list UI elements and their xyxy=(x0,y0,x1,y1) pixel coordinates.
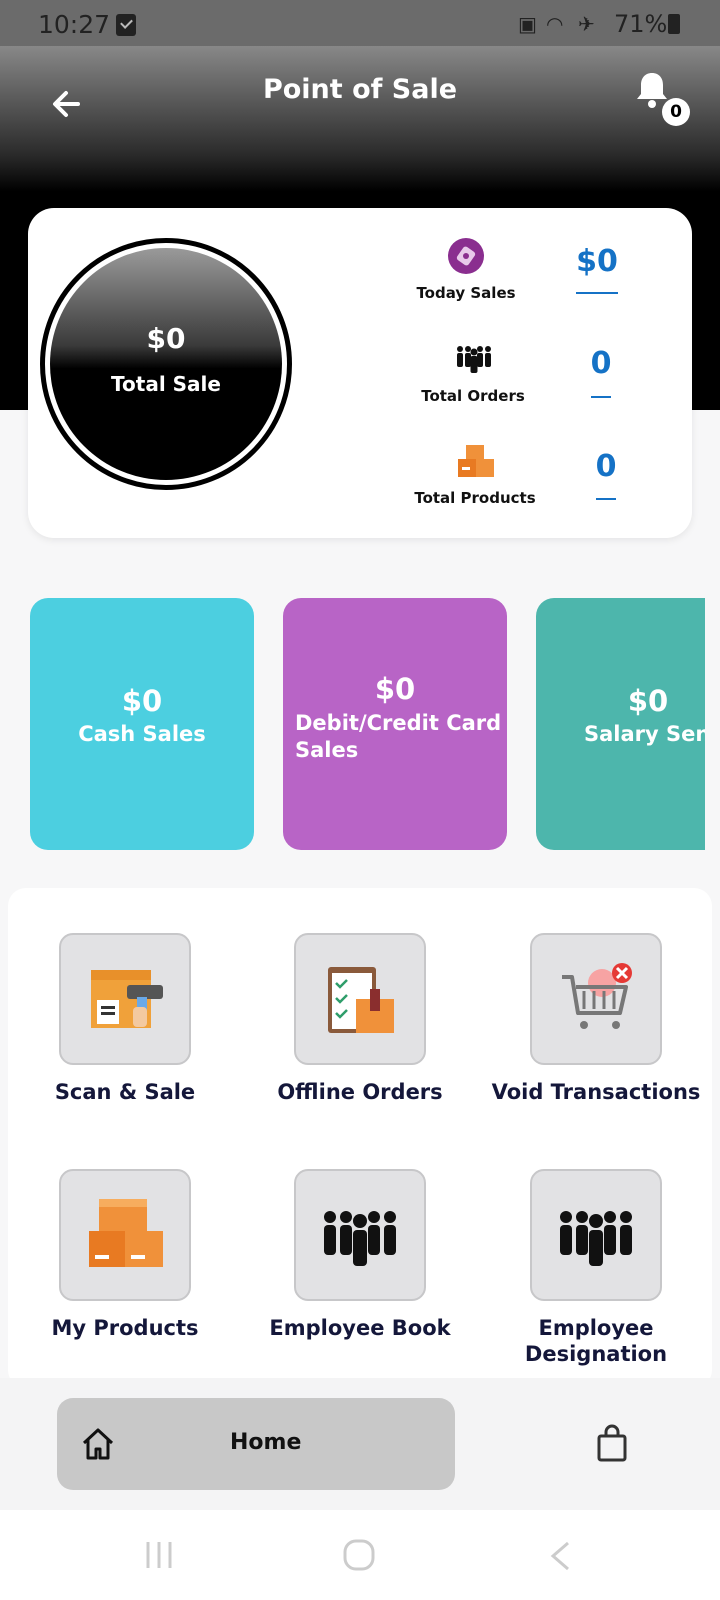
tile-amount: $0 xyxy=(121,684,163,718)
stat-value-total-orders: 0 xyxy=(590,346,612,381)
clipboard-box-icon xyxy=(328,967,394,1033)
tile-cash-sales[interactable]: $0 Cash Sales xyxy=(30,598,254,850)
nav-home-label: Home xyxy=(230,1430,302,1455)
stat-label-total-products: Total Products xyxy=(414,489,536,507)
employee-book-button[interactable] xyxy=(294,1169,426,1301)
offline-orders-button[interactable] xyxy=(294,933,426,1065)
sales-tiles-row: $0 Cash Sales $0 Debit/Credit Card Sales… xyxy=(0,590,705,860)
total-sale-label: Total Sale xyxy=(111,372,221,396)
total-sale-circle xyxy=(50,248,282,480)
page-title: Point of Sale xyxy=(262,74,458,105)
battery-icon xyxy=(668,14,680,34)
grid-label-line: Designation xyxy=(524,1342,668,1366)
stat-underline xyxy=(591,396,611,398)
home-icon xyxy=(80,1426,116,1462)
airplane-icon: ✈ xyxy=(578,12,595,36)
barcode-scanner-icon xyxy=(91,970,163,1028)
battery-saver-icon: ▣ xyxy=(518,12,537,36)
status-notification-icon xyxy=(116,14,136,36)
stat-label-total-orders: Total Orders xyxy=(421,387,525,405)
back-system-icon[interactable] xyxy=(548,1540,572,1572)
tile-label-line: Debit/Credit Card xyxy=(295,711,502,735)
tile-amount: $0 xyxy=(627,684,669,718)
grid-label-line: Employee xyxy=(538,1316,654,1340)
cart-cancel-icon xyxy=(562,963,632,1029)
people-group-icon xyxy=(324,1211,396,1266)
my-products-button[interactable] xyxy=(59,1169,191,1301)
tile-salary-sent[interactable]: $0 Salary Sent xyxy=(536,598,705,850)
people-group-icon xyxy=(454,343,494,375)
stat-label-today-sales: Today Sales xyxy=(416,284,516,302)
tile-label: Salary Sent xyxy=(584,722,705,746)
people-group-icon xyxy=(560,1211,632,1266)
boxes-icon xyxy=(89,1199,163,1267)
void-transactions-button[interactable] xyxy=(530,933,662,1065)
grid-label-employee-book: Employee Book xyxy=(269,1316,451,1340)
stat-value-total-products: 0 xyxy=(595,449,617,484)
stat-value-today-sales: $0 xyxy=(576,244,618,279)
grid-label-scan-sale: Scan & Sale xyxy=(54,1080,196,1104)
recent-apps-icon[interactable] xyxy=(142,1540,176,1570)
notification-badge: 0 xyxy=(662,98,690,126)
scan-sale-button[interactable] xyxy=(59,933,191,1065)
grid-label-void-transactions: Void Transactions xyxy=(491,1080,701,1104)
sales-tag-icon xyxy=(448,238,484,274)
stat-underline xyxy=(596,498,616,500)
grid-label-my-products: My Products xyxy=(51,1316,199,1340)
grid-label-offline-orders: Offline Orders xyxy=(277,1080,443,1104)
boxes-icon xyxy=(456,443,496,481)
tile-label: Cash Sales xyxy=(78,722,206,746)
tile-label-line: Sales xyxy=(295,738,359,762)
tile-card-sales[interactable]: $0 Debit/Credit Card Sales xyxy=(283,598,507,850)
battery-percentage: 71% xyxy=(614,10,668,38)
shopping-bag-icon[interactable] xyxy=(594,1424,630,1464)
stat-underline xyxy=(576,292,618,294)
wifi-icon: ◠ xyxy=(546,12,564,36)
tile-amount: $0 xyxy=(374,672,416,706)
tile-label: Debit/Credit Card Sales xyxy=(295,710,505,764)
employee-designation-button[interactable] xyxy=(530,1169,662,1301)
home-system-icon[interactable] xyxy=(342,1538,376,1572)
grid-label-employee-designation: Employee Designation xyxy=(486,1315,706,1367)
status-time: 10:27 xyxy=(38,10,111,39)
total-sale-amount: $0 xyxy=(146,322,186,355)
